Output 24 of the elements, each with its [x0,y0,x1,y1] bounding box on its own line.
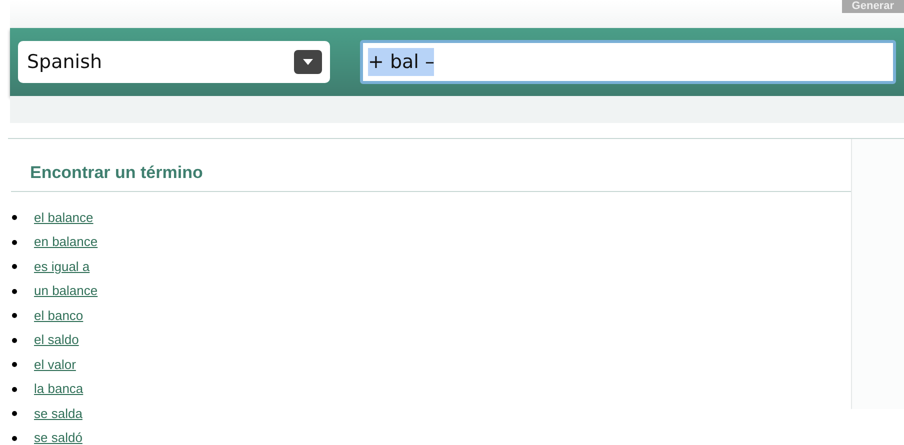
language-select[interactable]: Spanish [18,41,330,83]
term-link[interactable]: es igual a [34,256,90,276]
bullet-icon [12,240,17,245]
bullet-icon [12,313,17,318]
term-link[interactable]: el balance [34,208,94,228]
bullet-icon [12,362,17,368]
bullet-icon [12,411,17,416]
term-link[interactable]: la banca [34,379,84,399]
term-link[interactable]: el valor [34,354,76,374]
term-link[interactable]: el saldo [34,330,79,350]
search-field[interactable]: + bal – [360,40,896,84]
bullet-icon [12,288,17,294]
bullet-icon [12,386,17,392]
bullet-icon [12,436,17,441]
bullet-icon [12,215,17,220]
section-title: Encontrar un término [11,139,851,192]
term-link[interactable]: el banco [34,306,84,326]
dropdown-caret-icon[interactable] [294,50,322,74]
term-link[interactable]: en balance [34,232,98,252]
term-link[interactable]: se salda [34,404,82,424]
term-link[interactable]: un balance [34,281,98,301]
term-link[interactable]: se saldó [34,428,82,445]
bullet-icon [12,264,17,270]
bullet-icon [12,338,17,343]
